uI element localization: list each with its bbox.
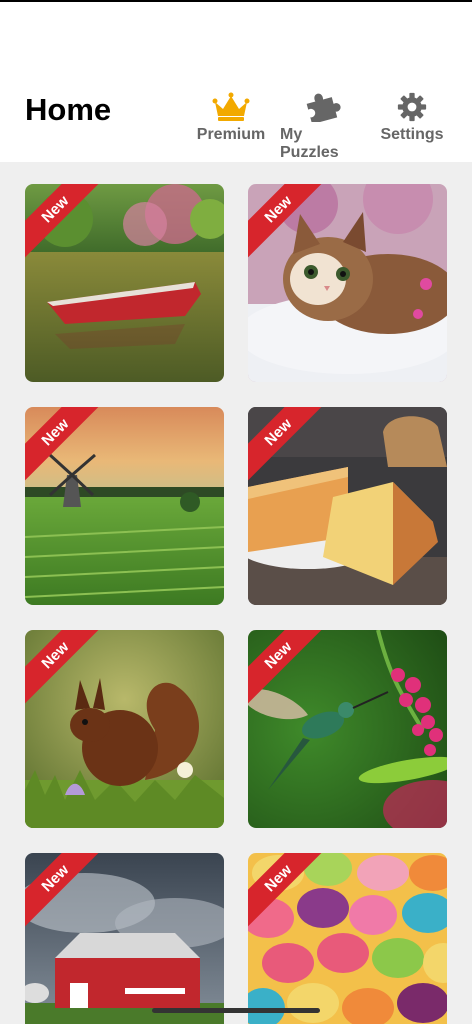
- puzzle-card-squirrel[interactable]: New: [25, 630, 224, 828]
- premium-label: Premium: [196, 126, 266, 143]
- puzzle-card-kitten[interactable]: New: [248, 184, 447, 382]
- crown-icon: [212, 92, 250, 121]
- app-header: Home Premium My Puzzles Settings: [0, 2, 472, 162]
- gear-icon: [397, 92, 427, 122]
- puzzle-card-barn[interactable]: New: [25, 853, 224, 1024]
- puzzle-card-macarons[interactable]: New: [248, 853, 447, 1024]
- settings-label: Settings: [380, 126, 444, 143]
- home-indicator: [152, 1008, 320, 1013]
- my-puzzles-button[interactable]: My Puzzles: [280, 92, 364, 162]
- settings-button[interactable]: Settings: [378, 92, 446, 144]
- puzzle-grid: New New New New New New New New: [0, 162, 472, 1024]
- puzzle-card-rowboat[interactable]: New: [25, 184, 224, 382]
- premium-button[interactable]: Premium: [194, 92, 268, 144]
- puzzle-card-windmill[interactable]: New: [25, 407, 224, 605]
- my-puzzles-label: My Puzzles: [280, 126, 339, 161]
- page-title: Home: [25, 92, 112, 127]
- puzzle-piece-icon: [306, 93, 341, 122]
- puzzle-card-hummingbird[interactable]: New: [248, 630, 447, 828]
- puzzle-card-cake[interactable]: New: [248, 407, 447, 605]
